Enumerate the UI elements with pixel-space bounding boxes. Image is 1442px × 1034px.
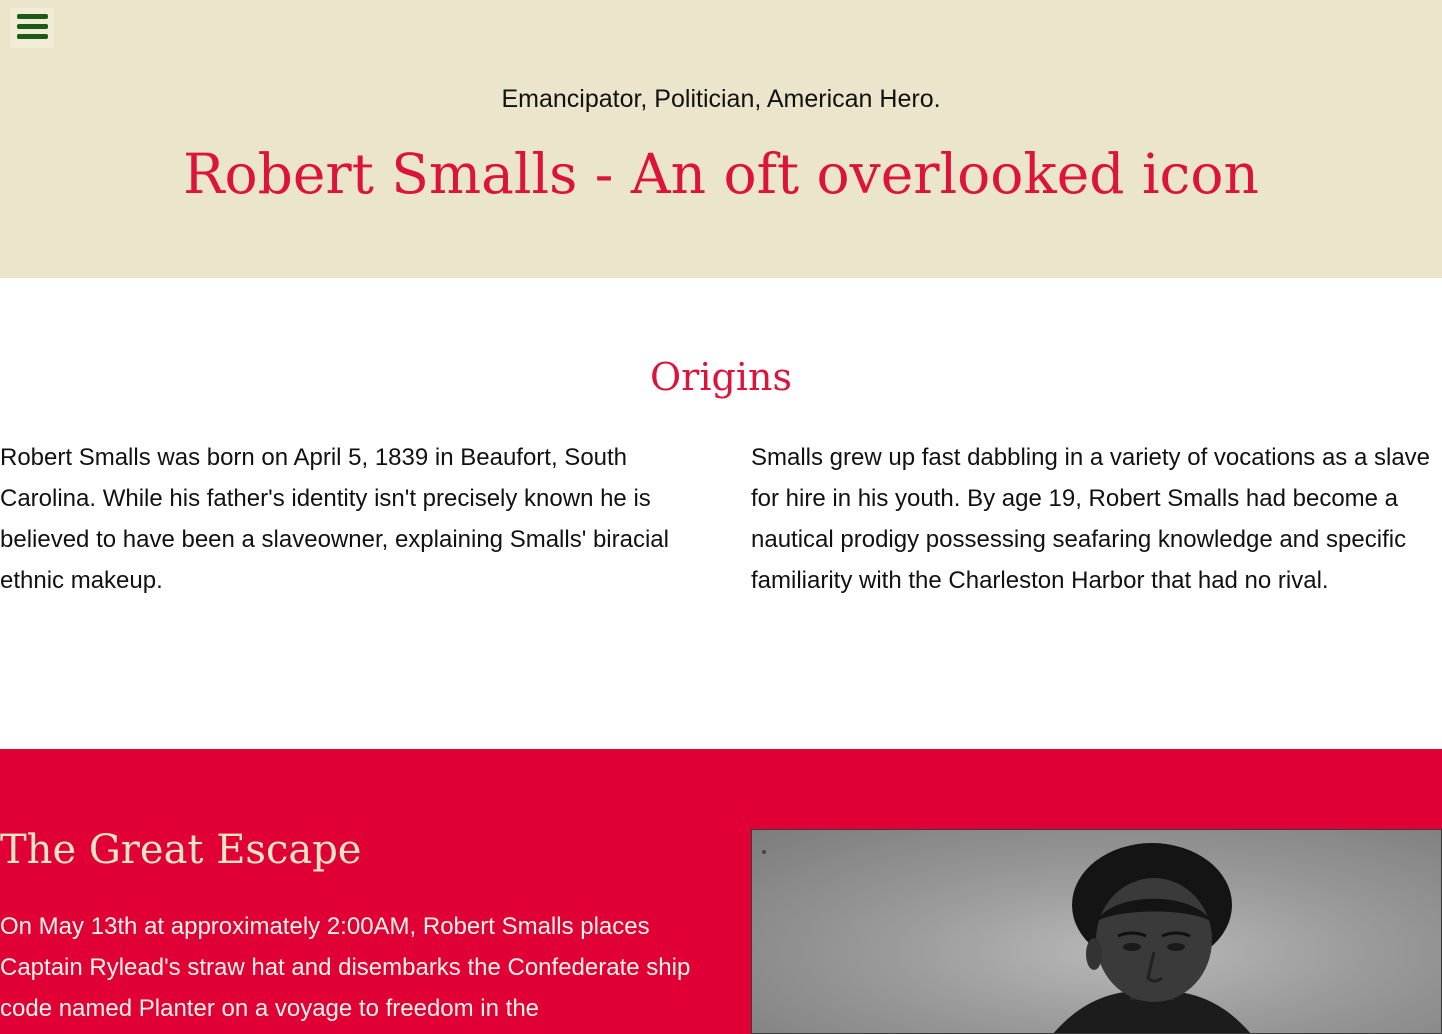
origins-left-paragraph: Robert Smalls was born on April 5, 1839 … [0,444,669,594]
great-escape-heading: The Great Escape [0,827,362,873]
hamburger-menu-icon-bar [17,34,48,39]
hamburger-menu-icon-bar [17,24,48,29]
origins-heading: Origins [650,355,792,399]
hamburger-menu-icon [17,14,48,19]
origins-right-paragraph: Smalls grew up fast dabbling in a variet… [751,444,1431,594]
menu-button[interactable] [10,8,54,48]
great-escape-section: The Great Escape On May 13th at approxim… [0,749,1442,1034]
page-title: Robert Smalls - An oft overlooked icon [183,142,1259,206]
portrait-photo [751,829,1442,1034]
hero-section: Emancipator, Politician, American Hero. … [0,0,1442,278]
hero-tagline: Emancipator, Politician, American Hero. [501,85,941,113]
great-escape-paragraph: On May 13th at approximately 2:00AM, Rob… [0,913,691,1022]
portrait-illustration [762,843,1251,1033]
